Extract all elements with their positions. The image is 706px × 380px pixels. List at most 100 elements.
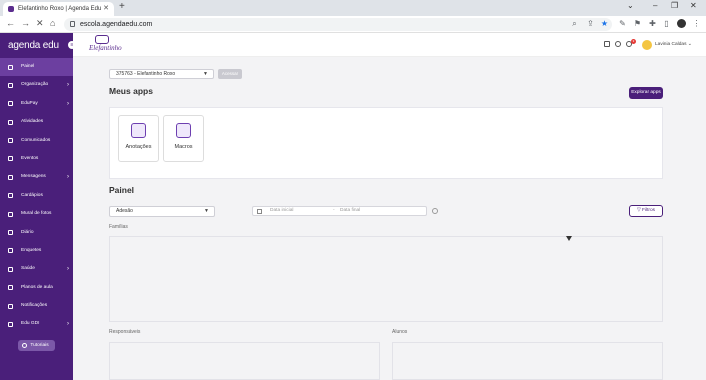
chevron-right-icon: › <box>67 321 69 328</box>
browser-toolbar: ← → ✕ ⌂ escola.agendaedu.com ⌕ ⇪ ★ ✎ ⚑ ✚… <box>0 16 706 33</box>
tutorials-button[interactable]: Tutoriais <box>18 340 55 351</box>
top-header: Elefantinho 3 Lavinia Caldas ⌄ <box>73 33 706 57</box>
school-select[interactable]: 375763 - Elefantinho Roxo ▼ <box>109 69 214 79</box>
sidebar-item-label: EduPay <box>21 100 38 106</box>
responsibles-label: Responsáveis <box>109 329 141 335</box>
sidebar-item-card-pios[interactable]: Cardápios <box>0 187 73 205</box>
sidebar-item-di-rio[interactable]: Diário <box>0 224 73 242</box>
panel-title: Painel <box>109 185 135 195</box>
chevron-down-icon: ▼ <box>204 208 209 214</box>
calendar-icon <box>257 209 262 214</box>
sidebar-item-notifica-es[interactable]: Notificações <box>0 297 73 315</box>
students-label: Alunos <box>392 329 408 335</box>
minimize-icon[interactable]: – <box>653 1 657 10</box>
sidebar-item-edu-gdi[interactable]: Edu GDI › <box>0 315 73 333</box>
new-tab-icon[interactable]: + <box>119 1 125 12</box>
metric-select[interactable]: Adesão ▼ <box>109 206 215 217</box>
start-date-field[interactable]: Data inicial <box>270 207 293 215</box>
chevron-down-icon: ▼ <box>203 71 208 77</box>
sidebar-item-label: Comunicados <box>21 137 51 143</box>
sidebar-item-eventos[interactable]: Eventos <box>0 150 73 168</box>
sidebar-item-label: Enquetes <box>21 247 42 253</box>
filter-icon: ▽ <box>636 208 641 213</box>
sidebar: agenda edu ≡ Painel Organização › EduPay › At… <box>0 33 76 380</box>
sidebar-item-atividades[interactable]: Atividades <box>0 113 73 131</box>
sidebar-item-label: Eventos <box>21 155 39 161</box>
menu-item-icon <box>8 156 13 162</box>
address-bar[interactable]: escola.agendaedu.com <box>64 18 612 31</box>
info-icon[interactable] <box>432 208 438 214</box>
profile-avatar[interactable] <box>677 19 686 28</box>
sidebar-item-mural-de-fotos[interactable]: Mural de fotos <box>0 205 73 223</box>
menu-item-icon <box>8 321 13 327</box>
sidebar-item-label: Mensagens <box>21 174 46 180</box>
forward-icon[interactable]: → <box>21 18 30 28</box>
sidebar-item-label: Mural de fotos <box>21 211 52 217</box>
sidebar-item-label: Notificações <box>21 303 48 309</box>
avatar[interactable] <box>642 40 652 50</box>
browser-menu-icon[interactable]: ⋮ <box>692 19 701 28</box>
lock-icon <box>70 21 75 27</box>
zoom-icon[interactable]: ⌕ <box>570 19 579 28</box>
app-card-annotations[interactable]: Anotações <box>118 115 159 162</box>
sidebar-item-label: Atividades <box>21 119 44 125</box>
metric-select-value: Adesão <box>116 208 133 214</box>
menu-item-icon <box>8 211 13 217</box>
chevron-right-icon: › <box>67 82 69 89</box>
close-tab-icon[interactable]: ✕ <box>103 2 109 16</box>
responsibles-chart-panel <box>109 342 380 380</box>
back-icon[interactable]: ← <box>6 18 15 28</box>
bookmark-star-icon[interactable]: ★ <box>600 19 609 28</box>
school-brand-name: Elefantinho <box>89 44 122 52</box>
extension-icon[interactable]: ⚑ <box>633 19 642 28</box>
notification-badge: 3 <box>631 39 636 44</box>
calendar-icon[interactable] <box>604 41 610 47</box>
browser-tab[interactable]: Elefantinho Roxo | Agenda Edu ✕ <box>3 2 114 16</box>
menu-item-icon <box>8 101 13 107</box>
extension-pen-icon[interactable]: ✎ <box>618 19 627 28</box>
menu-item-icon <box>8 64 13 70</box>
stop-icon[interactable]: ✕ <box>36 18 44 29</box>
sidebar-item-painel[interactable]: Painel <box>0 58 73 77</box>
filters-button[interactable]: ▽ Filtros <box>629 205 663 217</box>
menu-item-icon <box>8 285 13 291</box>
browser-tab-bar: Elefantinho Roxo | Agenda Edu ✕ + ⌄ – ❐ … <box>0 0 706 16</box>
tutorials-label: Tutoriais <box>30 343 49 348</box>
menu-item-icon <box>8 174 13 180</box>
home-icon[interactable]: ⌂ <box>50 18 55 28</box>
sidebar-item-label: Edu GDI <box>21 321 40 327</box>
chevron-right-icon: › <box>67 100 69 107</box>
explore-apps-button[interactable]: Explorar apps <box>629 87 663 99</box>
menu-item-icon <box>8 193 13 199</box>
school-brand[interactable]: Elefantinho <box>89 35 122 52</box>
sidebar-item-comunicados[interactable]: Comunicados <box>0 132 73 150</box>
sidebar-item-planos-de-aula[interactable]: Planos de aula <box>0 279 73 297</box>
filters-label: Filtros <box>641 208 656 213</box>
app-logo[interactable]: agenda edu <box>8 40 59 51</box>
menu-item-icon <box>8 119 13 125</box>
user-name-text: Lavinia Caldas <box>655 42 687 47</box>
sidebar-item-edupay[interactable]: EduPay › <box>0 95 73 113</box>
apply-school-button[interactable]: Acessar <box>218 69 242 79</box>
app-card-macros[interactable]: Macros <box>163 115 204 162</box>
share-icon[interactable]: ⇪ <box>586 19 595 28</box>
apps-box: Anotações Macros <box>109 107 663 179</box>
sidebar-item-mensagens[interactable]: Mensagens › <box>0 168 73 186</box>
students-chart-panel <box>392 342 663 380</box>
puzzle-icon[interactable]: ✚ <box>648 19 657 28</box>
sidepanel-icon[interactable]: ▯ <box>662 19 671 28</box>
menu-item-icon <box>8 230 13 236</box>
end-date-field[interactable]: Data final <box>340 207 360 215</box>
main-content: 375763 - Elefantinho Roxo ▼ Acessar Meus… <box>73 57 706 380</box>
families-chart-panel <box>109 236 663 322</box>
sidebar-item-sa-de[interactable]: Saúde › <box>0 260 73 278</box>
date-range-input[interactable]: Data inicial - Data final <box>252 206 427 216</box>
sidebar-item-enquetes[interactable]: Enquetes <box>0 242 73 260</box>
chevron-down-icon[interactable]: ⌄ <box>627 1 634 10</box>
user-name[interactable]: Lavinia Caldas ⌄ <box>655 42 692 47</box>
sidebar-item-organiza-o[interactable]: Organização › <box>0 76 73 94</box>
sidebar-item-label: Painel <box>21 64 35 69</box>
close-window-icon[interactable]: ✕ <box>690 1 697 10</box>
help-circle-icon[interactable] <box>615 41 621 47</box>
restore-icon[interactable]: ❐ <box>671 1 678 10</box>
